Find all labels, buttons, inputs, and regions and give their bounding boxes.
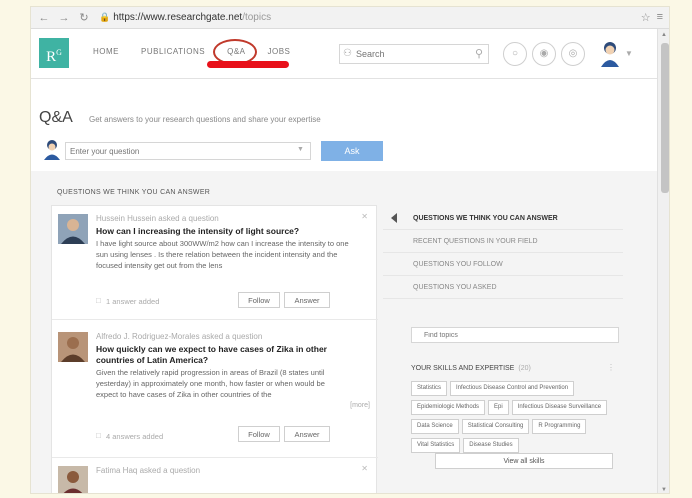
view-all-skills-button[interactable]: View all skills xyxy=(435,453,613,469)
browser-toolbar: ← → ↻ 🔒 https://www.researchgate.net/top… xyxy=(31,7,669,29)
side-nav-item-questions-you-asked[interactable]: QUESTIONS YOU ASKED xyxy=(383,276,623,299)
skills-title: YOUR SKILLS AND EXPERTISE xyxy=(411,365,515,372)
answer-button[interactable]: Answer xyxy=(284,426,330,442)
side-nav-item-questions-you-follow[interactable]: QUESTIONS YOU FOLLOW xyxy=(383,253,623,276)
question-author[interactable]: Hussein Hussein asked a question xyxy=(96,214,219,223)
comment-icon: □ xyxy=(96,296,101,305)
skill-tag[interactable]: R Programming xyxy=(532,419,587,434)
skills-count: (20) xyxy=(518,365,531,372)
page-subtitle: Get answers to your research questions a… xyxy=(89,115,321,124)
chevron-down-icon[interactable]: ▼ xyxy=(625,49,633,58)
logo-sup: G xyxy=(56,48,62,57)
forward-icon[interactable]: → xyxy=(57,11,71,25)
topic-filter-input[interactable] xyxy=(411,327,619,343)
logo-letter: R xyxy=(46,49,57,65)
search-icon[interactable]: ⚲ xyxy=(475,47,483,60)
side-nav-item-questions-you-can-answer[interactable]: QUESTIONS WE THINK YOU CAN ANSWER xyxy=(383,207,623,230)
researchgate-logo[interactable]: RG xyxy=(39,38,69,68)
search-box: ⚇ ⚲ xyxy=(339,44,489,64)
skill-tag[interactable]: Infectious Disease Control and Preventio… xyxy=(450,381,575,396)
app-header: RG HOME PUBLICATIONS Q&A JOBS ⚇ ⚲ ○ ◉ ◎ … xyxy=(31,29,669,79)
ask-avatar xyxy=(44,140,60,160)
nav-home[interactable]: HOME xyxy=(93,47,119,56)
pointer-icon xyxy=(391,213,397,223)
skill-tag[interactable]: Vital Statistics xyxy=(411,438,461,453)
more-options-icon[interactable]: ⋮ xyxy=(607,363,615,372)
question-author[interactable]: Fatima Haq asked a question xyxy=(96,466,200,475)
skills-heading: YOUR SKILLS AND EXPERTISE (20) xyxy=(411,365,531,372)
question-author[interactable]: Alfredo J. Rodriguez-Morales asked a que… xyxy=(96,332,262,341)
side-nav-label: QUESTIONS WE THINK YOU CAN ANSWER xyxy=(413,215,558,222)
answers-count[interactable]: 4 answers added xyxy=(106,432,163,441)
side-nav-item-recent-questions[interactable]: RECENT QUESTIONS IN YOUR FIELD xyxy=(383,230,623,253)
scrollbar[interactable]: ▲ ▼ xyxy=(657,29,669,493)
close-icon[interactable]: ✕ xyxy=(361,464,368,473)
url-path: /topics xyxy=(242,12,272,23)
side-nav-label: QUESTIONS YOU ASKED xyxy=(413,284,497,291)
scroll-down-icon[interactable]: ▼ xyxy=(661,487,667,493)
side-nav: QUESTIONS WE THINK YOU CAN ANSWER RECENT… xyxy=(383,207,623,299)
people-icon: ⚇ xyxy=(343,48,352,59)
skill-tags: Statistics Infectious Disease Control an… xyxy=(411,381,623,453)
close-icon[interactable]: ✕ xyxy=(361,212,368,221)
comment-icon: □ xyxy=(96,431,101,440)
url-host: https://www.researchgate.net xyxy=(113,12,243,23)
back-icon[interactable]: ← xyxy=(37,11,51,25)
answer-button[interactable]: Answer xyxy=(284,292,330,308)
nav-jobs[interactable]: JOBS xyxy=(268,47,291,56)
ask-button[interactable]: Ask xyxy=(321,141,383,161)
question-title[interactable]: How quickly can we expect to have cases … xyxy=(96,344,356,366)
skill-tag[interactable]: Disease Studies xyxy=(463,438,519,453)
question-input[interactable] xyxy=(65,142,311,160)
notifications-icon[interactable]: ◉ xyxy=(532,42,556,66)
scroll-up-icon[interactable]: ▲ xyxy=(661,32,667,38)
skill-tag[interactable]: Epi xyxy=(488,400,509,415)
answers-count[interactable]: 1 answer added xyxy=(106,297,159,306)
follow-button[interactable]: Follow xyxy=(238,426,280,442)
side-nav-label: QUESTIONS YOU FOLLOW xyxy=(413,261,503,268)
user-avatar[interactable] xyxy=(599,41,621,67)
question-feed: Hussein Hussein asked a question ✕ How c… xyxy=(51,205,378,494)
author-avatar[interactable] xyxy=(58,332,88,362)
skill-tag[interactable]: Epidemiologic Methods xyxy=(411,400,486,415)
author-avatar[interactable] xyxy=(58,214,88,244)
nav-publications[interactable]: PUBLICATIONS xyxy=(141,47,205,56)
reload-icon[interactable]: ↻ xyxy=(77,11,91,25)
skill-tag[interactable]: Statistics xyxy=(411,381,448,396)
content-area: QUESTIONS WE THINK YOU CAN ANSWER Hussei… xyxy=(31,171,657,494)
main-nav: HOME PUBLICATIONS Q&A JOBS xyxy=(93,47,290,56)
scroll-thumb[interactable] xyxy=(661,43,669,193)
search-input[interactable] xyxy=(340,49,488,59)
question-card: Hussein Hussein asked a question ✕ How c… xyxy=(52,206,378,320)
chevron-down-icon[interactable]: ▼ xyxy=(297,146,304,153)
address-bar[interactable]: 🔒 https://www.researchgate.net/topics xyxy=(99,12,271,23)
section-heading: QUESTIONS WE THINK YOU CAN ANSWER xyxy=(57,189,211,196)
question-card: Fatima Haq asked a question ✕ xyxy=(52,458,378,494)
follow-button[interactable]: Follow xyxy=(238,292,280,308)
side-nav-label: RECENT QUESTIONS IN YOUR FIELD xyxy=(413,238,538,245)
skill-tag[interactable]: Data Science xyxy=(411,419,459,434)
bookmark-star-icon[interactable]: ☆ xyxy=(641,11,651,24)
red-annotation-bar xyxy=(207,61,289,68)
skills-panel: ⚲ YOUR SKILLS AND EXPERTISE(20) ⋮ Statis… xyxy=(405,315,625,493)
lock-icon: 🔒 xyxy=(99,12,111,22)
skill-tag[interactable]: Statistical Consulting xyxy=(461,419,530,434)
skill-tag[interactable]: Infectious Disease Surveillance xyxy=(511,400,608,415)
question-card: Alfredo J. Rodriguez-Morales asked a que… xyxy=(52,320,378,458)
question-body: Given the relatively rapid progression i… xyxy=(96,368,325,399)
menu-icon[interactable]: ≡ xyxy=(657,11,663,24)
browser-window: ← → ↻ 🔒 https://www.researchgate.net/top… xyxy=(30,6,670,494)
qa-banner: Q&A Get answers to your research questio… xyxy=(31,80,657,170)
question-body: I have light source about 300WW/m2 how c… xyxy=(96,239,349,270)
requests-icon[interactable]: ◎ xyxy=(561,42,585,66)
page-title: Q&A xyxy=(39,109,73,126)
more-link[interactable]: [more] xyxy=(350,402,370,409)
question-title[interactable]: How can I increasing the intensity of li… xyxy=(96,226,356,237)
chat-icon[interactable]: ○ xyxy=(503,42,527,66)
author-avatar[interactable] xyxy=(58,466,88,494)
